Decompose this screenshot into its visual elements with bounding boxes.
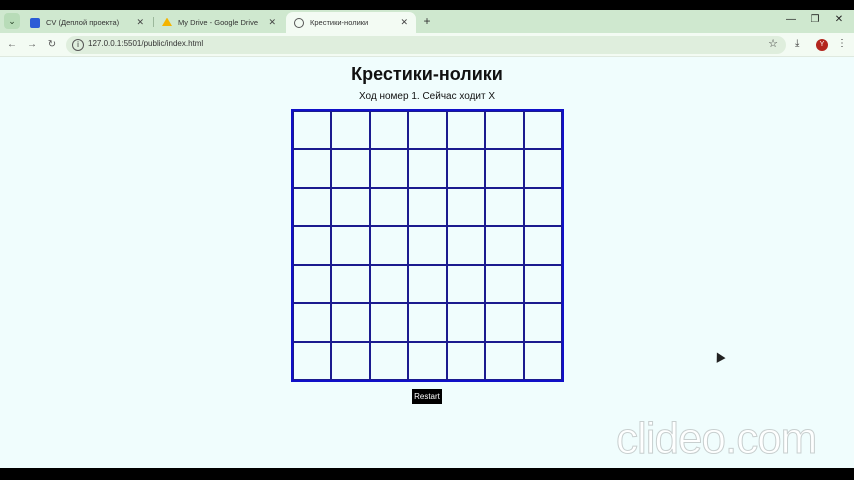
- board-cell[interactable]: [331, 111, 370, 150]
- board-cell[interactable]: [446, 149, 486, 188]
- board-cell[interactable]: [293, 341, 332, 380]
- google-drive-icon: [162, 17, 172, 26]
- tab-cv[interactable]: CV (Деплой проекта) ✕: [22, 12, 152, 33]
- board-cell[interactable]: [523, 149, 562, 188]
- board-cell[interactable]: [331, 149, 370, 188]
- close-window-button[interactable]: ✕: [832, 14, 846, 25]
- board-cell[interactable]: [331, 187, 370, 227]
- menu-kebab-icon[interactable]: ⋮: [837, 38, 847, 49]
- board-cell[interactable]: [293, 187, 332, 227]
- board-cell[interactable]: [523, 226, 562, 265]
- board-cell[interactable]: [523, 303, 562, 342]
- reload-icon[interactable]: ↻: [45, 38, 59, 52]
- board-cell[interactable]: [446, 111, 486, 150]
- mouse-cursor-icon: [712, 350, 726, 363]
- board-cell[interactable]: [446, 303, 486, 342]
- turn-status: Ход номер 1. Сейчас ходит X: [358, 91, 496, 102]
- tab-title: Крестики-нолики: [310, 18, 369, 27]
- board-cell[interactable]: [446, 187, 486, 227]
- board-cell[interactable]: [408, 264, 447, 304]
- browser-window: ⌄ CV (Деплой проекта) ✕ My Drive - Googl…: [0, 10, 854, 468]
- board-cell[interactable]: [485, 187, 524, 227]
- browser-toolbar: ← → ↻ i 127.0.0.1:5501/public/index.html…: [0, 33, 854, 57]
- address-bar[interactable]: i 127.0.0.1:5501/public/index.html ☆: [66, 36, 786, 54]
- board-cell[interactable]: [293, 264, 332, 304]
- tab-title: My Drive - Google Drive: [178, 18, 259, 27]
- site-info-icon[interactable]: i: [72, 39, 84, 51]
- forward-arrow-icon[interactable]: →: [25, 38, 39, 52]
- board-cell[interactable]: [408, 111, 447, 150]
- restart-button[interactable]: Restart: [412, 389, 442, 404]
- board-cell[interactable]: [293, 111, 332, 150]
- board-cell[interactable]: [446, 264, 486, 304]
- restore-button[interactable]: ❐: [808, 14, 822, 25]
- board-cell[interactable]: [485, 341, 524, 380]
- bookmark-star-icon[interactable]: ☆: [768, 37, 778, 50]
- close-icon[interactable]: ✕: [268, 17, 276, 28]
- board-cell[interactable]: [408, 303, 447, 342]
- board-cell[interactable]: [369, 303, 409, 342]
- board-cell[interactable]: [293, 303, 332, 342]
- globe-icon: [294, 17, 304, 28]
- tab-search-icon[interactable]: ⌄: [4, 13, 20, 29]
- download-icon[interactable]: ⤓: [795, 38, 799, 49]
- contact-card-icon: [30, 17, 40, 28]
- close-icon[interactable]: ✕: [400, 17, 408, 28]
- board-cell[interactable]: [369, 264, 409, 304]
- board-cell[interactable]: [369, 149, 409, 188]
- board-cell[interactable]: [485, 149, 524, 188]
- new-tab-button[interactable]: +: [420, 14, 434, 28]
- board-cell[interactable]: [331, 264, 370, 304]
- board-cell[interactable]: [369, 187, 409, 227]
- back-arrow-icon[interactable]: ←: [5, 38, 19, 52]
- board-cell[interactable]: [369, 341, 409, 380]
- tab-tic-tac-toe[interactable]: Крестики-нолики ✕: [286, 12, 416, 33]
- board-cell[interactable]: [408, 149, 447, 188]
- tab-google-drive[interactable]: My Drive - Google Drive ✕: [154, 12, 284, 33]
- board-cell[interactable]: [523, 341, 562, 380]
- board-cell[interactable]: [523, 264, 562, 304]
- board-cell[interactable]: [331, 303, 370, 342]
- minimize-button[interactable]: —: [784, 14, 798, 25]
- page-title: Крестики-нолики: [351, 64, 503, 84]
- clideo-watermark: clideo.com: [615, 414, 817, 464]
- tab-strip: ⌄ CV (Деплой проекта) ✕ My Drive - Googl…: [0, 10, 854, 33]
- board-cell[interactable]: [523, 187, 562, 227]
- board-cell[interactable]: [523, 111, 562, 150]
- board-cell[interactable]: [485, 264, 524, 304]
- board-cell[interactable]: [331, 341, 370, 380]
- board-cell[interactable]: [485, 303, 524, 342]
- board-cell[interactable]: [485, 111, 524, 150]
- board-cell[interactable]: [331, 226, 370, 265]
- url-text[interactable]: 127.0.0.1:5501/public/index.html: [88, 39, 203, 48]
- profile-avatar[interactable]: Y: [816, 39, 828, 51]
- page-content: Крестики-нолики Ход номер 1. Сейчас ходи…: [0, 58, 854, 468]
- tab-title: CV (Деплой проекта): [46, 18, 120, 27]
- board-cell[interactable]: [446, 341, 486, 380]
- game-board: [291, 109, 564, 382]
- board-cell[interactable]: [293, 226, 332, 265]
- board-cell[interactable]: [446, 226, 486, 265]
- board-cell[interactable]: [369, 111, 409, 150]
- close-icon[interactable]: ✕: [136, 17, 144, 28]
- board-cell[interactable]: [408, 341, 447, 380]
- board-cell[interactable]: [369, 226, 409, 265]
- board-cell[interactable]: [408, 226, 447, 265]
- board-cell[interactable]: [293, 149, 332, 188]
- board-cell[interactable]: [485, 226, 524, 265]
- board-cell[interactable]: [408, 187, 447, 227]
